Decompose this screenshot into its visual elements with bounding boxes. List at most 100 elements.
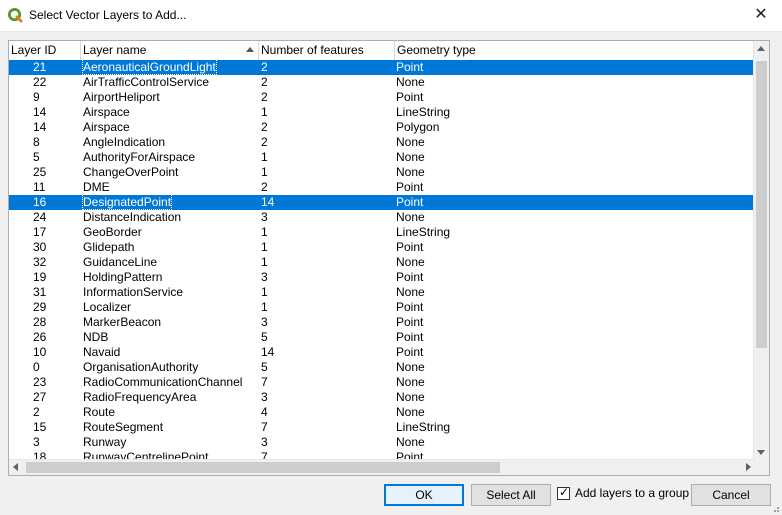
column-header-geometry-type[interactable]: Geometry type bbox=[395, 41, 755, 60]
select-all-button[interactable]: Select All bbox=[471, 484, 551, 506]
cell-layer-id: 0 bbox=[33, 360, 40, 374]
checkbox-label[interactable]: Add layers to a group bbox=[575, 486, 689, 500]
table-row[interactable]: 8 AngleIndication 2 None bbox=[9, 135, 755, 150]
cell-layer-name: GeoBorder bbox=[81, 225, 259, 240]
column-header-layer-id[interactable]: Layer ID bbox=[9, 41, 81, 60]
table-row[interactable]: 22 AirTrafficControlService 2 None bbox=[9, 75, 755, 90]
cell-layer-id: 2 bbox=[33, 405, 40, 419]
cell-layer-name: AeronauticalGroundLight bbox=[81, 60, 259, 75]
cell-geometry-type: Point bbox=[396, 345, 424, 359]
layer-name-text: DistanceIndication bbox=[83, 210, 182, 224]
cell-feature-count: 1 bbox=[261, 255, 268, 269]
vertical-scrollbar[interactable] bbox=[753, 41, 769, 461]
cell-feature-count: 2 bbox=[261, 75, 268, 89]
table-row[interactable]: 5 AuthorityForAirspace 1 None bbox=[9, 150, 755, 165]
table-row[interactable]: 21 AeronauticalGroundLight 2 Point bbox=[9, 60, 755, 75]
layer-name-text: OrganisationAuthority bbox=[83, 360, 199, 374]
cell-layer-name: Navaid bbox=[81, 345, 259, 360]
cell-geometry-type: Point bbox=[396, 330, 424, 344]
scroll-right-icon[interactable] bbox=[746, 463, 751, 471]
cell-geometry-type: Point bbox=[396, 300, 424, 314]
horizontal-scrollbar[interactable] bbox=[9, 459, 755, 475]
cell-layer-id: 14 bbox=[33, 105, 47, 119]
cell-geometry-type: None bbox=[396, 165, 425, 179]
close-button[interactable]: ✕ bbox=[750, 5, 772, 25]
layer-name-text: Airspace bbox=[83, 105, 130, 119]
table-row[interactable]: 14 Airspace 1 LineString bbox=[9, 105, 755, 120]
cell-layer-name: NDB bbox=[81, 330, 259, 345]
cell-layer-name: InformationService bbox=[81, 285, 259, 300]
checkbox-box[interactable]: ✓ bbox=[557, 485, 570, 500]
table-row[interactable]: 15 RouteSegment 7 LineString bbox=[9, 420, 755, 435]
table-row[interactable]: 17 GeoBorder 1 LineString bbox=[9, 225, 755, 240]
layer-name-text: Glidepath bbox=[83, 240, 135, 254]
layer-name-text: RouteSegment bbox=[83, 420, 164, 434]
layer-name-text: AirportHeliport bbox=[83, 90, 160, 104]
title-bar: Select Vector Layers to Add... ✕ bbox=[0, 0, 782, 32]
cancel-button[interactable]: Cancel bbox=[691, 484, 771, 506]
ok-button[interactable]: OK bbox=[384, 484, 464, 506]
cell-layer-id: 24 bbox=[33, 210, 47, 224]
cell-feature-count: 3 bbox=[261, 435, 268, 449]
cell-feature-count: 3 bbox=[261, 390, 268, 404]
table-row[interactable]: 30 Glidepath 1 Point bbox=[9, 240, 755, 255]
cell-feature-count: 3 bbox=[261, 210, 268, 224]
table-row[interactable]: 24 DistanceIndication 3 None bbox=[9, 210, 755, 225]
cell-geometry-type: Point bbox=[396, 270, 424, 284]
table-row[interactable]: 9 AirportHeliport 2 Point bbox=[9, 90, 755, 105]
cell-layer-name: Route bbox=[81, 405, 259, 420]
table-row[interactable]: 32 GuidanceLine 1 None bbox=[9, 255, 755, 270]
table-row[interactable]: 3 Runway 3 None bbox=[9, 435, 755, 450]
table-row[interactable]: 25 ChangeOverPoint 1 None bbox=[9, 165, 755, 180]
table-row[interactable]: 10 Navaid 14 Point bbox=[9, 345, 755, 360]
table-row[interactable]: 29 Localizer 1 Point bbox=[9, 300, 755, 315]
table-row[interactable]: 16 DesignatedPoint 14 Point bbox=[9, 194, 755, 210]
resize-grip-icon[interactable] bbox=[770, 503, 780, 513]
cell-feature-count: 3 bbox=[261, 315, 268, 329]
cell-layer-name: MarkerBeacon bbox=[81, 315, 259, 330]
table-row[interactable]: 0 OrganisationAuthority 5 None bbox=[9, 360, 755, 375]
scroll-left-icon[interactable] bbox=[13, 463, 18, 471]
column-header-number-of-features[interactable]: Number of features bbox=[259, 41, 395, 60]
cell-feature-count: 2 bbox=[261, 120, 268, 134]
layer-name-text: AirTrafficControlService bbox=[83, 75, 210, 89]
table-row[interactable]: 19 HoldingPattern 3 Point bbox=[9, 270, 755, 285]
cell-geometry-type: None bbox=[396, 135, 425, 149]
cell-geometry-type: None bbox=[396, 150, 425, 164]
table-row[interactable]: 31 InformationService 1 None bbox=[9, 285, 755, 300]
table-row[interactable]: 26 NDB 5 Point bbox=[9, 330, 755, 345]
cell-feature-count: 1 bbox=[261, 105, 268, 119]
cell-layer-id: 11 bbox=[33, 180, 46, 194]
column-header-layer-name[interactable]: Layer name bbox=[81, 41, 259, 60]
scroll-up-icon[interactable] bbox=[757, 46, 765, 51]
cell-geometry-type: None bbox=[396, 360, 425, 374]
cell-feature-count: 14 bbox=[261, 345, 275, 359]
layer-name-text: GuidanceLine bbox=[83, 255, 158, 269]
cell-layer-name: Runway bbox=[81, 435, 259, 450]
cell-layer-name: ChangeOverPoint bbox=[81, 165, 259, 180]
cell-layer-id: 15 bbox=[33, 420, 47, 434]
table-row[interactable]: 11 DME 2 Point bbox=[9, 180, 755, 195]
horizontal-scroll-thumb[interactable] bbox=[26, 462, 500, 473]
cell-layer-name: Airspace bbox=[81, 105, 259, 120]
layer-name-text: Route bbox=[83, 405, 116, 419]
cell-layer-name: DesignatedPoint bbox=[81, 194, 259, 210]
sort-ascending-icon bbox=[246, 47, 254, 52]
close-icon: ✕ bbox=[754, 6, 768, 23]
cell-geometry-type: LineString bbox=[396, 105, 451, 119]
table-row[interactable]: 28 MarkerBeacon 3 Point bbox=[9, 315, 755, 330]
cell-feature-count: 1 bbox=[261, 150, 268, 164]
cell-feature-count: 1 bbox=[261, 165, 268, 179]
cell-feature-count: 14 bbox=[261, 195, 275, 209]
layer-name-text: NDB bbox=[83, 330, 109, 344]
cell-geometry-type: LineString bbox=[396, 225, 451, 239]
vertical-scroll-thumb[interactable] bbox=[756, 61, 767, 348]
table-row[interactable]: 27 RadioFrequencyArea 3 None bbox=[9, 390, 755, 405]
scroll-down-icon[interactable] bbox=[757, 450, 765, 455]
layer-name-text: Localizer bbox=[83, 300, 132, 314]
cell-feature-count: 4 bbox=[261, 405, 268, 419]
table-row[interactable]: 23 RadioCommunicationChannel 7 None bbox=[9, 375, 755, 390]
table-row[interactable]: 14 Airspace 2 Polygon bbox=[9, 120, 755, 135]
cell-geometry-type: Polygon bbox=[396, 120, 440, 134]
table-row[interactable]: 2 Route 4 None bbox=[9, 405, 755, 420]
